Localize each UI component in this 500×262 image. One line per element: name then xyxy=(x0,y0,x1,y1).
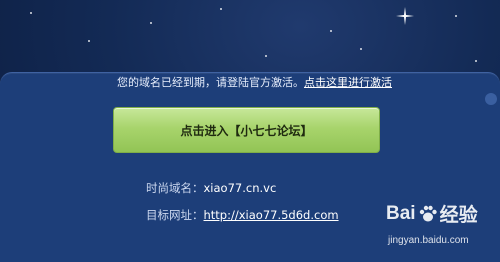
notice-text: 您的域名已经到期，请登陆官方激活。 xyxy=(117,76,304,89)
target-url-row: 目标网址：http://xiao77.5d6d.com xyxy=(146,207,339,223)
baidu-jingyan-watermark: Bai 经验 jingyan.baidu.com xyxy=(386,200,496,258)
starfield-background xyxy=(0,0,500,75)
enter-forum-button[interactable]: 点击进入【小七七论坛】 xyxy=(113,107,380,153)
target-url-link[interactable]: http://xiao77.5d6d.com xyxy=(204,208,339,222)
watermark-logo: Bai 经验 xyxy=(386,200,478,227)
domain-value: xiao77.cn.vc xyxy=(203,181,277,195)
watermark-brand-suffix: 经验 xyxy=(439,205,478,226)
domain-label: 时尚域名： xyxy=(146,181,204,195)
circle-icon xyxy=(485,93,497,105)
expiry-notice: 您的域名已经到期，请登陆官方激活。点击这里进行激活 xyxy=(117,74,392,90)
watermark-brand: Bai xyxy=(386,202,416,224)
watermark-domain: jingyan.baidu.com xyxy=(388,235,469,246)
target-url-label: 目标网址： xyxy=(146,208,204,222)
domain-row: 时尚域名：xiao77.cn.vc xyxy=(146,180,276,196)
baidu-paw-icon xyxy=(419,205,437,221)
activate-link[interactable]: 点击这里进行激活 xyxy=(304,76,392,89)
sparkle-star-icon xyxy=(396,7,414,25)
